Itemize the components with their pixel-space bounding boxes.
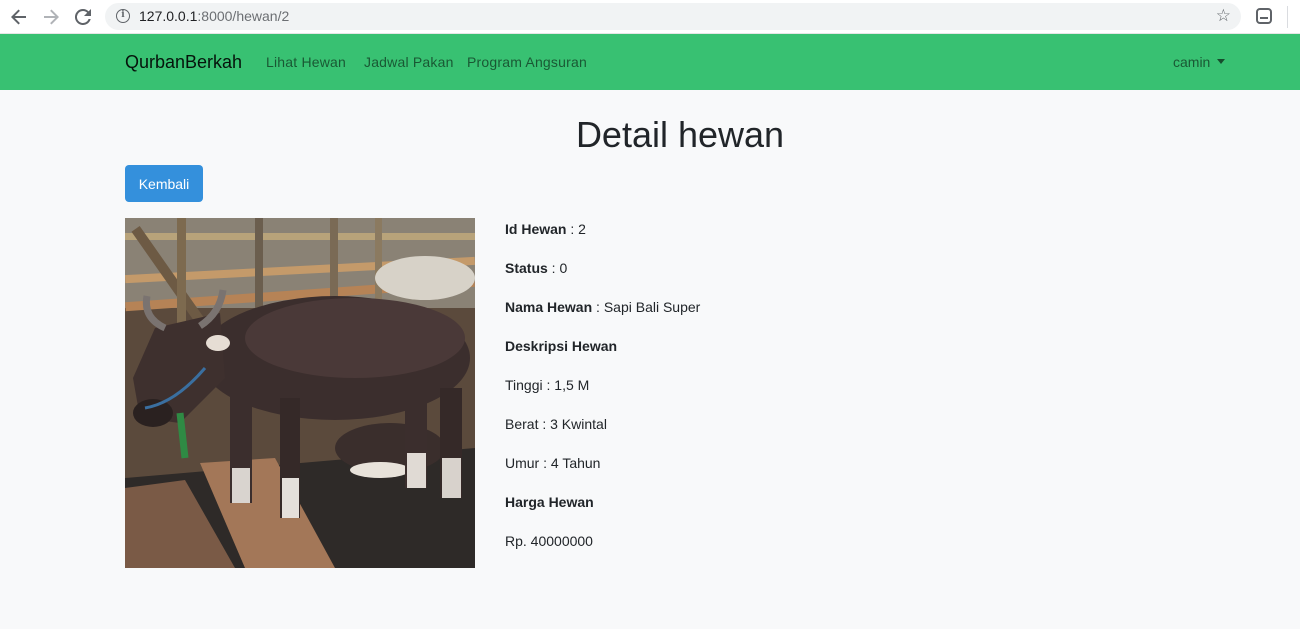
price-label: Harga Hewan: [505, 494, 594, 510]
bookmark-star-icon[interactable]: ☆: [1216, 6, 1231, 26]
detail-price-heading: Harga Hewan: [505, 494, 594, 510]
detail-weight: Berat : 3 Kwintal: [505, 416, 607, 432]
name-label: Nama Hewan: [505, 299, 593, 315]
address-bar[interactable]: i 127.0.0.1:8000/hewan/2 ☆: [105, 3, 1241, 30]
user-dropdown[interactable]: camin: [1173, 54, 1226, 70]
name-value: : Sapi Bali Super: [592, 299, 701, 315]
url-host: 127.0.0.1: [139, 8, 198, 24]
status-value: : 0: [547, 260, 568, 276]
back-arrow-icon[interactable]: [7, 5, 31, 29]
id-value: : 2: [566, 221, 586, 237]
detail-description-heading: Deskripsi Hewan: [505, 338, 617, 354]
description-label: Deskripsi Hewan: [505, 338, 618, 354]
caret-down-icon: [1217, 58, 1226, 64]
detail-status-row: Status : 0: [505, 260, 567, 276]
nav-link-jadwal-pakan[interactable]: Jadwal Pakan: [364, 54, 454, 70]
nav-link-program-angsuran[interactable]: Program Angsuran: [467, 54, 587, 70]
main-navbar: QurbanBerkah Lihat Hewan Jadwal Pakan Pr…: [0, 34, 1300, 90]
browser-toolbar: i 127.0.0.1:8000/hewan/2 ☆: [0, 0, 1300, 34]
extension-icon[interactable]: [1256, 8, 1272, 24]
cow-image: [125, 218, 475, 568]
status-label: Status: [505, 260, 548, 276]
detail-id-row: Id Hewan : 2: [505, 221, 586, 237]
user-name: camin: [1173, 54, 1211, 70]
back-button[interactable]: Kembali: [125, 165, 203, 202]
brand-link[interactable]: QurbanBerkah: [125, 52, 242, 73]
site-info-icon[interactable]: i: [116, 9, 130, 23]
toolbar-divider: [1287, 6, 1288, 28]
page-title: Detail hewan: [575, 114, 785, 155]
id-label: Id Hewan: [505, 221, 567, 237]
forward-arrow-icon[interactable]: [39, 5, 63, 29]
reload-icon[interactable]: [71, 5, 95, 29]
detail-height: Tinggi : 1,5 M: [505, 377, 590, 393]
detail-name-row: Nama Hewan : Sapi Bali Super: [505, 299, 700, 315]
animal-photo: [125, 218, 475, 568]
url-path: :8000/hewan/2: [197, 8, 290, 24]
detail-price-value: Rp. 40000000: [505, 533, 593, 549]
url-text[interactable]: 127.0.0.1:8000/hewan/2: [139, 8, 289, 24]
detail-age: Umur : 4 Tahun: [505, 455, 601, 471]
nav-link-lihat-hewan[interactable]: Lihat Hewan: [266, 54, 346, 70]
